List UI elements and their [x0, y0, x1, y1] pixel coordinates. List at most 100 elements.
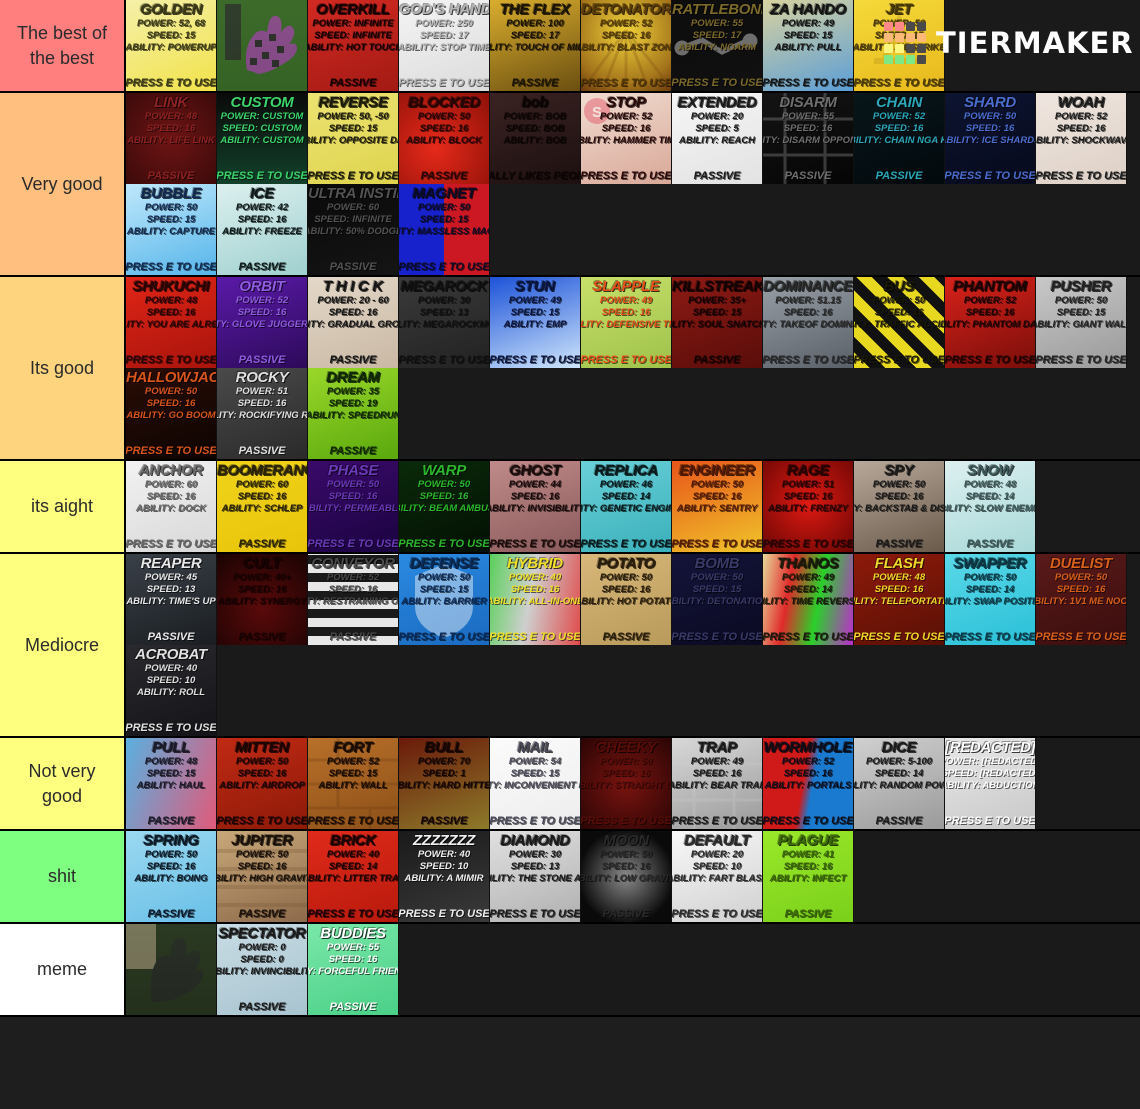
tier-item-card[interactable]: ZZZZZZZ POWER: 40 SPEED: 10 ABILITY: A MIMI… [399, 831, 490, 922]
tier-item-card[interactable]: ANCHOR POWER: 60 SPEED: 16 ABILITY: DOCK PRE… [126, 461, 217, 552]
tier-item-card[interactable]: KILLSTREAKPOWER: 35+SPEED: 15ABILITY: SO… [672, 277, 763, 368]
card-title: MITTEN [234, 739, 290, 756]
tier-item-card[interactable]: BRICKPOWER: 40SPEED: 14ABILITY: LITTER T… [308, 831, 399, 922]
tier-item-card[interactable] [126, 924, 217, 1015]
tier-item-card[interactable]: MAGNETPOWER: 50SPEED: 15ABILITY: MASSLES… [399, 184, 490, 275]
tier-item-card[interactable]: BUDDIESPOWER: 55SPEED: 16ABILITY: FORCEF… [308, 924, 399, 1015]
card-title: ACROBAT [135, 646, 207, 663]
tier-item-card[interactable]: SPYPOWER: 50SPEED: 16ABILITY: BACKSTAB &… [854, 461, 945, 552]
tier-item-card[interactable]: BUSPOWER: 50SPEED: 16ABILITY: TRAFFIC AC… [854, 277, 945, 368]
tier-item-card[interactable]: JUPITERPOWER: 50SPEED: 16ABILITY: HIGH G… [217, 831, 308, 922]
tier-item-card[interactable]: SLAPPLEPOWER: 49SPEED: 16ABILITY: DEFENS… [581, 277, 672, 368]
tier-item-card[interactable]: CHAINPOWER: 52SPEED: 16ABILITY: CHAIN NG… [854, 93, 945, 184]
tier-item-card[interactable]: MAILPOWER: 54SPEED: 15ABILITY: INCONVENI… [490, 738, 581, 829]
card-title: PULL [152, 739, 190, 756]
tier-item-card[interactable]: ENGINEER POWER: 50 SPEED: 16 ABILITY: SENTR… [672, 461, 763, 552]
tier-item-card[interactable]: PULL POWER: 48 SPEED: 15 ABILITY: HAUL PASSI… [126, 738, 217, 829]
tier-item-card[interactable]: PHANTOMPOWER: 52SPEED: 16ABILITY: PHANTO… [945, 277, 1036, 368]
tier-item-card[interactable]: [REDACTED] POWER: [REDACTED] SPEED: [REDAC… [945, 738, 1036, 829]
tier-item-card[interactable]: SSTOPPOWER: 52SPEED: 16ABILITY: HAMMER T… [581, 93, 672, 184]
tier-item-card[interactable]: WORMHOLE POWER: 52 SPEED: 16 ABILITY: PORTA… [763, 738, 854, 829]
tier-label-6[interactable]: shit [0, 831, 126, 922]
tier-item-card[interactable]: ORBITPOWER: 52SPEED: 16ABILITY: GLOVE JU… [217, 277, 308, 368]
card-title: STOP [606, 94, 646, 111]
tier-item-card[interactable]: HALLOWJACKPOWER: 50SPEED: 16ABILITY: GO … [126, 368, 217, 459]
card-speed: SPEED: 15 [419, 583, 469, 595]
tier-item-card[interactable]: FORT POWER: 52 SPEED: 15 ABILITY: WALL PRESS… [308, 738, 399, 829]
tier-item-card[interactable]: SPRING POWER: 50 SPEED: 16 ABILITY: BOING PA… [126, 831, 217, 922]
tier-item-card[interactable]: bobPOWER: BOBSPEED: BOBABILITY: BOB REALL… [490, 93, 581, 184]
tier-item-card[interactable]: SWAPPERPOWER: 50SPEED: 14ABILITY: SWAP P… [945, 554, 1036, 645]
tier-item-card[interactable]: THANOSPOWER: 49SPEED: 14ABILITY: TIME RE… [763, 554, 854, 645]
tier-item-card[interactable]: PHASEPOWER: 50SPEED: 16ABILITY: PERMEABL… [308, 461, 399, 552]
tier-item-card[interactable] [217, 0, 308, 91]
card-use: PASSIVE [147, 907, 195, 920]
card-use: PASSIVE [329, 76, 377, 89]
tier-item-card[interactable]: SHARD POWER: 50 SPEED: 16 ABILITY: ICE SHAR… [945, 93, 1036, 184]
tier-item-card[interactable]: GOD'S HAND POWER: 250 SPEED: 17 ABILITY: ST… [399, 0, 490, 91]
tier-item-card[interactable]: THE FLEXPOWER: 100SPEED: 17ABILITY: TOUC… [490, 0, 581, 91]
tier-item-card[interactable]: MOONPOWER: 50SPEED: 16ABILITY: LOW GRAVI… [581, 831, 672, 922]
tier-item-card[interactable]: MITTEN POWER: 50 SPEED: 16 ABILITY: AIRDROP… [217, 738, 308, 829]
tier-label-3[interactable]: its aight [0, 461, 126, 552]
tier-item-card[interactable]: STUN POWER: 49 SPEED: 15 ABILITY: EMP PRESS … [490, 277, 581, 368]
tier-item-card[interactable]: REAPER POWER: 45 SPEED: 13 ABILITY: TIME'S … [126, 554, 217, 645]
tier-item-card[interactable]: DREAM POWER: 35 SPEED: 19 ABILITY: SPEEDRUN… [308, 368, 399, 459]
card-ability: ABILITY: PHANTOM DASH [945, 319, 1036, 331]
logo-swatch-1 [895, 22, 904, 31]
tier-item-card[interactable]: PUSHERPOWER: 50SPEED: 15ABILITY: GIANT W… [1036, 277, 1127, 368]
tier-item-card[interactable]: RATTLEBONE POWER: 55 SPEED: 17 ABILITY: NOA… [672, 0, 763, 91]
tier-item-card[interactable]: DUELISTPOWER: 50SPEED: 16ABILITY: 1V1 ME… [1036, 554, 1127, 645]
tier-label-5[interactable]: Not very good [0, 738, 126, 829]
tier-item-card[interactable]: REPLICAPOWER: 46SPEED: 14ABILITY: GENETI… [581, 461, 672, 552]
tier-label-7[interactable]: meme [0, 924, 126, 1015]
tier-item-card[interactable]: GOLDEN POWER: 52, 68 SPEED: 15 ABILITY: POW… [126, 0, 217, 91]
tier-item-card[interactable]: POTATOPOWER: 50SPEED: 16ABILITY: HOT POT… [581, 554, 672, 645]
tier-item-card[interactable]: ICE POWER: 42 SPEED: 16 ABILITY: FREEZE PASS… [217, 184, 308, 275]
tier-item-card[interactable]: CULT POWER: 40+ SPEED: 16 ABILITY: SYNERGY P… [217, 554, 308, 645]
tier-item-card[interactable]: EXTENDED POWER: 20 SPEED: 5 ABILITY: REACH P… [672, 93, 763, 184]
tier-item-card[interactable]: WOAHPOWER: 52SPEED: 16ABILITY: SHOCKWAVE… [1036, 93, 1127, 184]
tier-label-4[interactable]: Mediocre [0, 554, 126, 736]
tier-item-card[interactable]: FLASHPOWER: 48SPEED: 16ABILITY: TELEPORT… [854, 554, 945, 645]
tier-item-card[interactable]: DETONATORPOWER: 52SPEED: 16ABILITY: BLAS… [581, 0, 672, 91]
tier-item-card[interactable]: SNOWPOWER: 48SPEED: 14ABILITY: SLOW ENEM… [945, 461, 1036, 552]
tier-item-card[interactable]: LINK POWER: 48 SPEED: 16 ABILITY: LIFE LINK… [126, 93, 217, 184]
tier-item-card[interactable]: ROCKYPOWER: 51SPEED: 16ABILITY: ROCKIFYI… [217, 368, 308, 459]
tier-item-card[interactable]: T H I C KPOWER: 20 - 60SPEED: 16ABILITY:… [308, 277, 399, 368]
tier-item-card[interactable]: BLOCKED POWER: 50 SPEED: 16 ABILITY: BLOCK P… [399, 93, 490, 184]
tier-item-card[interactable]: ULTRA INSTINCTPOWER: 60SPEED: INFINITEAB… [308, 184, 399, 275]
card-use: PRESS E TO USE [490, 537, 581, 550]
tier-item-card[interactable]: DICEPOWER: 5-100SPEED: 14ABILITY: RANDOM… [854, 738, 945, 829]
tier-item-card[interactable]: BOOMERANG POWER: 60 SPEED: 16 ABILITY: SCHL… [217, 461, 308, 552]
tier-label-1[interactable]: Very good [0, 93, 126, 275]
tier-item-card[interactable]: GHOST POWER: 44 SPEED: 16 ABILITY: INVISIBI… [490, 461, 581, 552]
tier-item-card[interactable]: CONVEYORPOWER: 52SPEED: 16ABILITY: RESTR… [308, 554, 399, 645]
tier-label-2[interactable]: Its good [0, 277, 126, 459]
tier-item-card[interactable]: DIAMONDPOWER: 30SPEED: 13ABILITY: THE ST… [490, 831, 581, 922]
tier-item-card[interactable]: MEGAROCKPOWER: 30SPEED: 13ABILITY: MEGAR… [399, 277, 490, 368]
tier-item-card[interactable]: BUBBLE POWER: 50 SPEED: 15 ABILITY: CAPTURE… [126, 184, 217, 275]
tier-item-card[interactable]: BULLPOWER: 70SPEED: 1ABILITY: HARD HITTE… [399, 738, 490, 829]
tier-item-card[interactable]: DEFAULTPOWER: 20SPEED: 10ABILITY: FART B… [672, 831, 763, 922]
tier-item-card[interactable]: HYBRID POWER: 40 SPEED: 16 ABILITY: ALL-IN-… [490, 554, 581, 645]
tier-item-card[interactable]: CUSTOM POWER: CUSTOM SPEED: CUSTOM ABILITY:… [217, 93, 308, 184]
tier-label-0[interactable]: The best of the best [0, 0, 126, 91]
tier-item-card[interactable]: PLAGUE POWER: 41 SPEED: 16 ABILITY: INFECT P… [763, 831, 854, 922]
tier-item-card[interactable]: BOMBPOWER: 50SPEED: 15ABILITY: DETONATIO… [672, 554, 763, 645]
tier-item-card[interactable]: CHEEKYPOWER: 50SPEED: 16ABILITY: STRAIGH… [581, 738, 672, 829]
tier-item-card[interactable]: SPECTATORPOWER: 0SPEED: 0ABILITY: INVINC… [217, 924, 308, 1015]
tier-item-card[interactable]: DISARMPOWER: 55SPEED: 16ABILITY: DISARM … [763, 93, 854, 184]
tier-item-card[interactable]: OVERKILL POWER: INFINITE SPEED: INFINITE AB… [308, 0, 399, 91]
tier-item-card[interactable]: REVERSEPOWER: 50, -50SPEED: 15ABILITY: O… [308, 93, 399, 184]
tier-item-card[interactable]: WARPPOWER: 50SPEED: 16ABILITY: BEAM AMBU… [399, 461, 490, 552]
tier-item-card[interactable]: DOMINANCEPOWER: 51.15SPEED: 16ABILITY: T… [763, 277, 854, 368]
card-speed: SPEED: 13 [510, 860, 560, 872]
tier-item-card[interactable]: RAGE POWER: 51 SPEED: 16 ABILITY: FRENZY PRE… [763, 461, 854, 552]
card-speed: SPEED: 15 [328, 122, 378, 134]
tier-item-card[interactable]: ZA HANDO POWER: 49 SPEED: 15 ABILITY: PULL P… [763, 0, 854, 91]
tier-item-card[interactable]: SHUKUCHIPOWER: 48SPEED: 16ABILITY: YOU A… [126, 277, 217, 368]
tier-item-card[interactable]: TRAP POWER: 49 SPEED: 16 ABILITY: BEAR TRAP… [672, 738, 763, 829]
tier-item-card[interactable]: ACROBAT POWER: 40 SPEED: 10 ABILITY: ROLL PR… [126, 645, 217, 736]
tier-item-card[interactable]: DEFENSE POWER: 50 SPEED: 15 ABILITY: BARRIE… [399, 554, 490, 645]
